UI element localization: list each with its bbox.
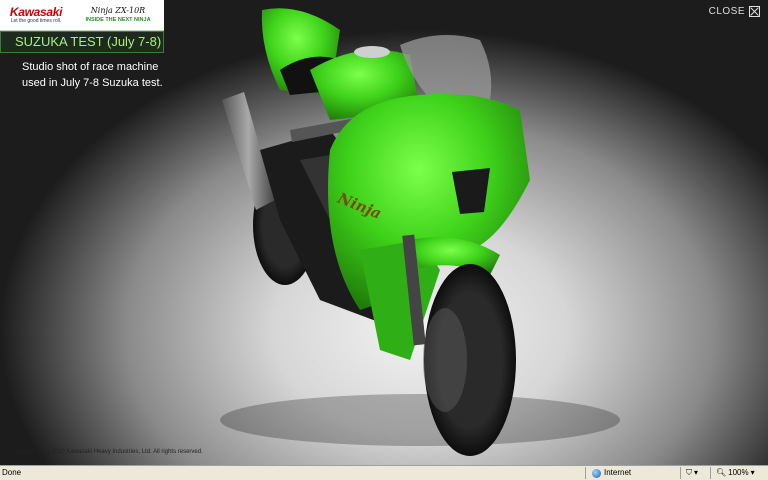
brand-name: Kawasaki: [9, 4, 63, 19]
browser-status-bar: Done Internet ⛉ ▾ 🔍︎ 100% ▾: [0, 465, 768, 480]
ninja-logo[interactable]: Ninja ZX-10R INSIDE THE NEXT NINJA: [72, 0, 164, 30]
model-name: Ninja ZX-10R: [90, 6, 146, 15]
gallery-title: SUZUKA TEST (July 7-8): [0, 31, 164, 53]
kawasaki-logo[interactable]: Kawasaki Let the good times roll.: [0, 0, 72, 30]
close-icon: [749, 6, 760, 17]
brand-tagline: Let the good times roll.: [10, 17, 62, 24]
model-tagline: INSIDE THE NEXT NINJA: [85, 17, 151, 23]
status-divider: [710, 467, 711, 479]
close-button[interactable]: CLOSE: [709, 6, 760, 17]
protected-mode-button[interactable]: ⛉ ▾: [686, 466, 698, 480]
brand-header: Kawasaki Let the good times roll. Ninja …: [0, 0, 164, 31]
magnifier-icon: 🔍︎: [716, 468, 727, 477]
gallery-stage: Ninja Kawasaki Let the good times roll. …: [0, 0, 768, 465]
chevron-down-icon: ▾: [694, 468, 699, 477]
copyright-text: Copyright (C) 2010 Kawasaki Heavy Indust…: [14, 449, 203, 455]
status-text: Done: [2, 468, 22, 477]
shield-icon: ⛉: [686, 468, 692, 477]
description-line: Studio shot of race machine: [22, 61, 159, 73]
description-line: used in July 7-8 Suzuka test.: [22, 77, 163, 89]
photo-description: Studio shot of race machine used in July…: [22, 59, 202, 91]
zone-label: Internet: [604, 468, 632, 477]
globe-icon: [592, 468, 601, 478]
close-label: CLOSE: [708, 6, 745, 17]
status-divider: [585, 467, 586, 479]
security-zone[interactable]: Internet: [592, 466, 631, 480]
status-divider: [680, 467, 681, 479]
zoom-button[interactable]: 🔍︎ 100% ▾: [716, 466, 755, 480]
chevron-down-icon: ▾: [750, 468, 755, 477]
zoom-level: 100%: [728, 468, 749, 477]
